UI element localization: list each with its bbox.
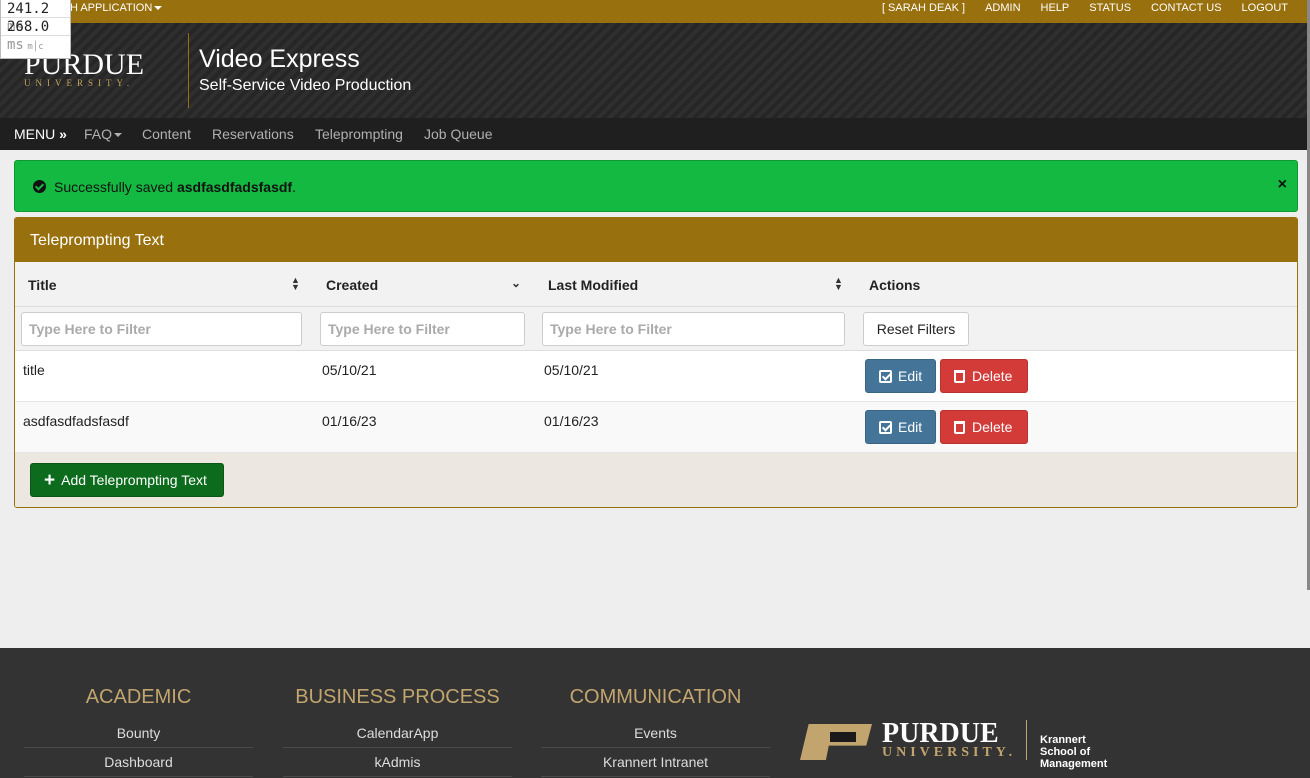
main-nav: MENU » FAQ Content Reservations Teleprom… — [0, 118, 1310, 150]
add-label: Add Teleprompting Text — [61, 472, 207, 488]
nav-item-content[interactable]: Content — [142, 126, 191, 142]
edit-label: Edit — [898, 368, 923, 384]
caret-down-icon — [154, 6, 163, 11]
footer-column-academic: ACADEMIC Bounty Dashboard — [24, 686, 253, 777]
top-utility-bar: CH APPLICATION [ SARAH DEAK ] ADMIN HELP… — [0, 0, 1310, 23]
table-row: asdfasdfadsfasdf 01/16/23 01/16/23 Edit … — [15, 402, 1297, 453]
row-created: 01/16/23 — [322, 413, 377, 429]
status-link[interactable]: STATUS — [1089, 2, 1131, 14]
perf-value: 241.2 — [7, 1, 50, 17]
footer-column-business-process: BUSINESS PROCESS CalendarApp kAdmis — [283, 686, 512, 777]
app-subtitle: Self-Service Video Production — [199, 77, 412, 94]
footer-link-bounty[interactable]: Bounty — [24, 719, 253, 748]
teleprompting-panel: Teleprompting Text Title ▲ ▼ Created ⌄ La… — [14, 217, 1298, 508]
footer-heading: ACADEMIC — [85, 686, 192, 708]
row-title: asdfasdfadsfasdf — [23, 413, 129, 429]
switch-application-label: CH APPLICATION — [62, 2, 153, 14]
top-links: [ SARAH DEAK ] ADMIN HELP STATUS CONTACT… — [882, 2, 1288, 14]
footer-link-dashboard[interactable]: Dashboard — [24, 748, 253, 777]
footer-logo-divider — [1026, 720, 1027, 760]
performance-overlay: 241.2 ms 268.0 ms m│c — [0, 0, 71, 59]
contact-us-link[interactable]: CONTACT US — [1151, 2, 1222, 14]
footer-link-kadmis[interactable]: kAdmis — [283, 748, 512, 777]
table-row: title 05/10/21 05/10/21 Edit Delete — [15, 351, 1297, 402]
sort-icon[interactable]: ▲ ▼ — [291, 276, 300, 292]
created-filter-input[interactable] — [320, 312, 525, 346]
column-header-created[interactable]: Created — [326, 277, 378, 293]
delete-button[interactable]: Delete — [940, 359, 1028, 393]
alert-suffix: . — [292, 179, 296, 195]
success-alert: Successfully saved asdfasdfadsfasdf. × — [14, 160, 1298, 212]
filter-row: Reset Filters — [15, 307, 1297, 351]
alert-item-name: asdfasdfadsfasdf — [176, 179, 293, 195]
edit-label: Edit — [898, 419, 923, 435]
menu-toggle[interactable]: MENU » — [14, 126, 67, 142]
admin-link[interactable]: ADMIN — [985, 2, 1020, 14]
user-name-link[interactable]: [ SARAH DEAK ] — [882, 2, 965, 14]
row-created: 05/10/21 — [322, 362, 377, 378]
alert-prefix: Successfully saved — [54, 179, 177, 195]
sort-desc-icon[interactable]: ⌄ — [511, 276, 521, 290]
double-chevron-right-icon: » — [59, 126, 67, 142]
perf-value: 268.0 — [7, 19, 50, 35]
edit-button[interactable]: Edit — [865, 359, 936, 393]
panel-footer: + Add Teleprompting Text — [15, 453, 1297, 507]
purdue-p-icon — [800, 724, 872, 760]
table-header: Title ▲ ▼ Created ⌄ Last Modified ▲ ▼ Acti… — [15, 262, 1297, 307]
help-link[interactable]: HELP — [1041, 2, 1070, 14]
nav-item-faq[interactable]: FAQ — [84, 126, 123, 142]
header-divider — [188, 33, 189, 108]
add-teleprompting-text-button[interactable]: + Add Teleprompting Text — [30, 463, 224, 497]
caret-down-icon — [114, 133, 123, 138]
check-circle-icon — [33, 180, 46, 193]
column-header-last-modified[interactable]: Last Modified — [548, 277, 638, 293]
trash-icon — [954, 370, 965, 383]
close-icon[interactable]: × — [1278, 176, 1287, 194]
panel-title: Teleprompting Text — [15, 218, 1297, 262]
perf-row: 241.2 ms — [1, 0, 70, 35]
perf-row: 268.0 ms — [1, 18, 70, 53]
footer-link-krannert-intranet[interactable]: Krannert Intranet — [541, 748, 770, 777]
app-title[interactable]: Video Express — [199, 45, 360, 74]
column-header-actions: Actions — [869, 277, 921, 293]
reset-filters-button[interactable]: Reset Filters — [863, 312, 969, 346]
delete-label: Delete — [972, 368, 1013, 384]
footer-heading: COMMUNICATION — [569, 686, 742, 708]
footer-link-calendarapp[interactable]: CalendarApp — [283, 719, 512, 748]
nav-item-job-queue[interactable]: Job Queue — [424, 126, 493, 142]
column-header-title[interactable]: Title — [28, 277, 57, 293]
edit-icon — [879, 421, 892, 434]
edit-icon — [879, 370, 892, 383]
nav-item-label: FAQ — [84, 126, 113, 142]
menu-label: MENU — [14, 126, 56, 142]
krannert-school-label: Krannert School of Management — [1040, 734, 1108, 770]
plus-icon: + — [44, 470, 56, 491]
switch-application-menu[interactable]: CH APPLICATION — [62, 2, 163, 14]
nav-item-reservations[interactable]: Reservations — [212, 126, 294, 142]
logout-link[interactable]: LOGOUT — [1242, 2, 1288, 14]
footer-logo-wordmark: PURDUE — [882, 718, 999, 749]
row-modified: 01/16/23 — [544, 413, 599, 429]
footer-logo-subtext: UNIVERSITY. — [882, 745, 1017, 760]
perf-unit: ms — [7, 37, 24, 53]
footer-column-communication: COMMUNICATION Events Krannert Intranet — [541, 686, 770, 777]
site-header: PURDUE UNIVERSITY. Video Express Self-Se… — [0, 23, 1310, 118]
footer-link-events[interactable]: Events — [541, 719, 770, 748]
title-filter-input[interactable] — [21, 312, 302, 346]
alert-message: Successfully saved asdfasdfadsfasdf. — [54, 179, 296, 195]
row-title: title — [23, 362, 45, 378]
logo-subtext: UNIVERSITY. — [24, 78, 135, 88]
sort-icon[interactable]: ▲ ▼ — [834, 276, 843, 292]
nav-item-teleprompting[interactable]: Teleprompting — [315, 126, 403, 142]
trash-icon — [954, 421, 965, 434]
site-footer: ACADEMIC Bounty Dashboard BUSINESS PROCE… — [0, 648, 1310, 778]
delete-button[interactable]: Delete — [940, 410, 1028, 444]
footer-heading: BUSINESS PROCESS — [295, 686, 500, 708]
edit-button[interactable]: Edit — [865, 410, 936, 444]
row-modified: 05/10/21 — [544, 362, 599, 378]
last-modified-filter-input[interactable] — [542, 312, 845, 346]
delete-label: Delete — [972, 419, 1013, 435]
